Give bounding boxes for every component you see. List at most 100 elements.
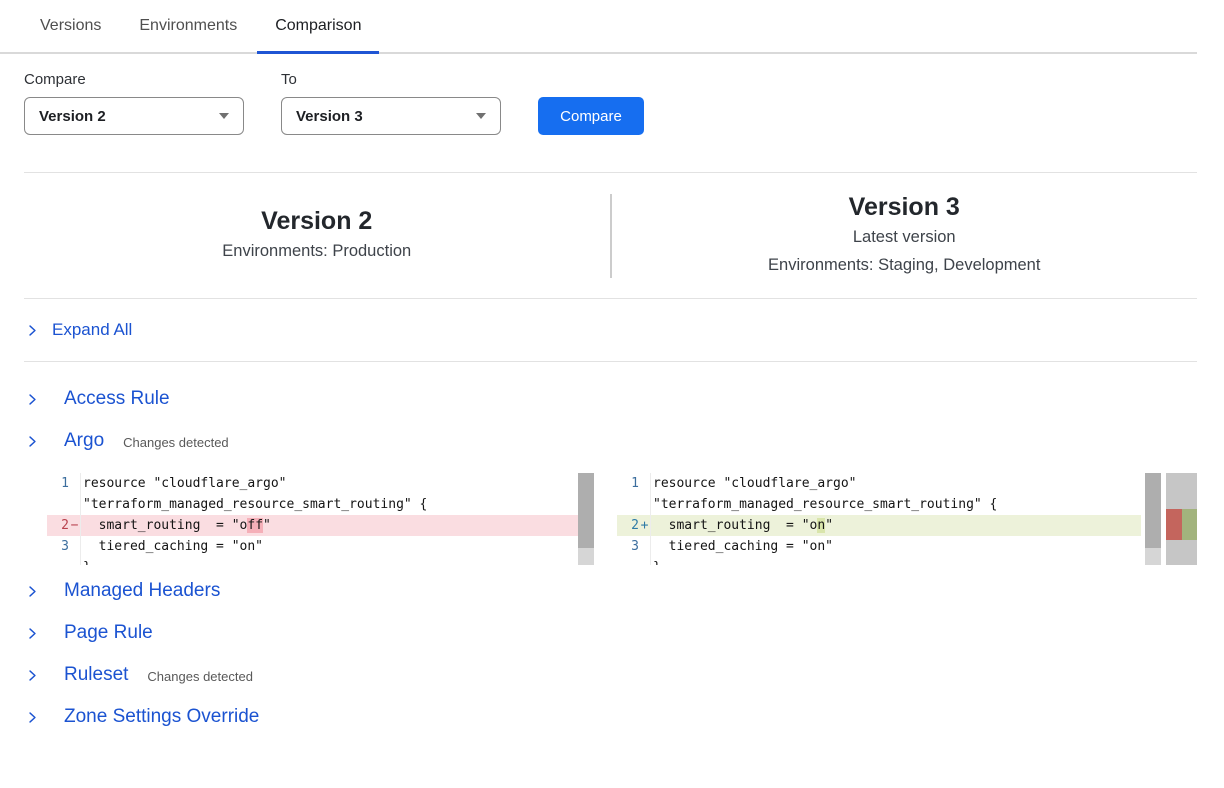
- version-right-panel: Version 3 Latest version Environments: S…: [612, 192, 1198, 279]
- expand-all-label: Expand All: [52, 320, 132, 340]
- version-comparison-header: Version 2 Environments: Production Versi…: [24, 173, 1197, 298]
- section-managed-headers[interactable]: Managed Headers: [26, 570, 1197, 612]
- line-number: [617, 494, 639, 515]
- diff-original-pane: 1 resource "cloudflare_argo" "terraform_m…: [47, 473, 594, 565]
- ruler-added-mark: [1182, 509, 1198, 540]
- compare-version-select[interactable]: Version 2: [24, 97, 244, 135]
- code-text: }: [80, 557, 578, 565]
- changes-detected-badge: Changes detected: [147, 669, 253, 684]
- code-text: resource "cloudflare_argo": [650, 473, 1141, 494]
- code-line-removed: 2− smart_routing = "off": [47, 515, 578, 536]
- code-text: smart_routing = "off": [80, 515, 578, 536]
- divider: [24, 361, 1197, 362]
- line-number: 2: [47, 515, 69, 536]
- to-field: To Version 3: [281, 71, 501, 135]
- line-number: 3: [47, 536, 69, 557]
- diff-sign: [639, 494, 650, 515]
- diff-original-code: 1 resource "cloudflare_argo" "terraform_m…: [47, 473, 578, 565]
- diff-overview-ruler: [1166, 473, 1197, 565]
- version-right-environments: Environments: Staging, Development: [612, 251, 1198, 279]
- diff-sign: [69, 494, 80, 515]
- chevron-right-icon: [26, 393, 39, 406]
- compare-button[interactable]: Compare: [538, 97, 644, 135]
- diff-modified-code: 1 resource "cloudflare_argo" "terraform_m…: [617, 473, 1141, 565]
- line-number: 1: [617, 473, 639, 494]
- compare-version-value: Version 2: [39, 108, 106, 125]
- chevron-right-icon: [26, 711, 39, 724]
- diff-sign: [639, 473, 650, 494]
- scrollbar[interactable]: [1145, 473, 1161, 565]
- diff-sign: [69, 536, 80, 557]
- section-label: Managed Headers: [64, 580, 220, 602]
- version-left-environments: Environments: Production: [24, 237, 610, 265]
- section-label: Argo: [64, 430, 104, 452]
- line-number: 3: [617, 536, 639, 557]
- resource-sections: Access Rule Argo Changes detected 1 resou…: [26, 378, 1197, 738]
- diff-sign: [69, 473, 80, 494]
- chevron-right-icon: [26, 669, 39, 682]
- section-label: Zone Settings Override: [64, 706, 259, 728]
- chevron-down-icon: [476, 113, 486, 119]
- chevron-right-icon: [26, 324, 39, 337]
- to-version-value: Version 3: [296, 108, 363, 125]
- diff-pane-gap: [594, 473, 617, 565]
- section-zone-settings-override[interactable]: Zone Settings Override: [26, 696, 1197, 738]
- code-text: }: [650, 557, 1141, 565]
- ruler-removed-mark: [1166, 509, 1182, 540]
- line-number: 2: [617, 515, 639, 536]
- expand-all-button[interactable]: Expand All: [0, 299, 1224, 361]
- diff-sign: +: [639, 515, 650, 536]
- diff-modified-pane: 1 resource "cloudflare_argo" "terraform_m…: [617, 473, 1197, 565]
- tab-comparison[interactable]: Comparison: [257, 0, 379, 52]
- chevron-right-icon: [26, 627, 39, 640]
- code-text: tiered_caching = "on": [650, 536, 1141, 557]
- section-argo[interactable]: Argo Changes detected: [26, 420, 1197, 462]
- code-line: 3 tiered_caching = "on": [47, 536, 578, 557]
- compare-field-label: Compare: [24, 71, 244, 88]
- version-left-panel: Version 2 Environments: Production: [24, 206, 610, 265]
- code-text: "terraform_managed_resource_smart_routin…: [650, 494, 1141, 515]
- compare-field: Compare Version 2: [24, 71, 244, 135]
- code-line: 1 resource "cloudflare_argo": [617, 473, 1141, 494]
- version-left-title: Version 2: [24, 206, 610, 237]
- code-line: 1 resource "cloudflare_argo": [47, 473, 578, 494]
- to-version-select[interactable]: Version 3: [281, 97, 501, 135]
- section-label: Ruleset: [64, 664, 128, 686]
- line-number: [47, 557, 69, 565]
- compare-form: Compare Version 2 To Version 3 Compare: [24, 71, 1224, 135]
- tab-environments[interactable]: Environments: [121, 0, 255, 52]
- section-access-rule[interactable]: Access Rule: [26, 378, 1197, 420]
- diff-sign: −: [69, 515, 80, 536]
- code-line-clipped: }: [617, 557, 1141, 565]
- scrollbar-thumb[interactable]: [578, 473, 594, 548]
- code-line-wrap: "terraform_managed_resource_smart_routin…: [617, 494, 1141, 515]
- code-text: smart_routing = "on": [650, 515, 1141, 536]
- version-right-subtitle: Latest version: [612, 223, 1198, 251]
- line-number: 1: [47, 473, 69, 494]
- section-ruleset[interactable]: Ruleset Changes detected: [26, 654, 1197, 696]
- diff-sign: [639, 536, 650, 557]
- section-label: Access Rule: [64, 388, 170, 410]
- code-text: resource "cloudflare_argo": [80, 473, 578, 494]
- code-line-added: 2+ smart_routing = "on": [617, 515, 1141, 536]
- code-line-clipped: }: [47, 557, 578, 565]
- scrollbar-thumb[interactable]: [1145, 473, 1161, 548]
- diff-sign: [639, 557, 650, 565]
- code-line-wrap: "terraform_managed_resource_smart_routin…: [47, 494, 578, 515]
- code-text: "terraform_managed_resource_smart_routin…: [80, 494, 578, 515]
- section-page-rule[interactable]: Page Rule: [26, 612, 1197, 654]
- chevron-right-icon: [26, 435, 39, 448]
- line-number: [47, 494, 69, 515]
- removed-word-highlight: ff: [247, 518, 263, 533]
- chevron-right-icon: [26, 585, 39, 598]
- code-line: 3 tiered_caching = "on": [617, 536, 1141, 557]
- scrollbar[interactable]: [578, 473, 594, 565]
- tab-bar: Versions Environments Comparison: [0, 0, 1197, 54]
- chevron-down-icon: [219, 113, 229, 119]
- version-right-title: Version 3: [612, 192, 1198, 223]
- section-label: Page Rule: [64, 622, 153, 644]
- tab-versions[interactable]: Versions: [22, 0, 119, 52]
- code-text: tiered_caching = "on": [80, 536, 578, 557]
- diff-sign: [69, 557, 80, 565]
- changes-detected-badge: Changes detected: [123, 435, 229, 450]
